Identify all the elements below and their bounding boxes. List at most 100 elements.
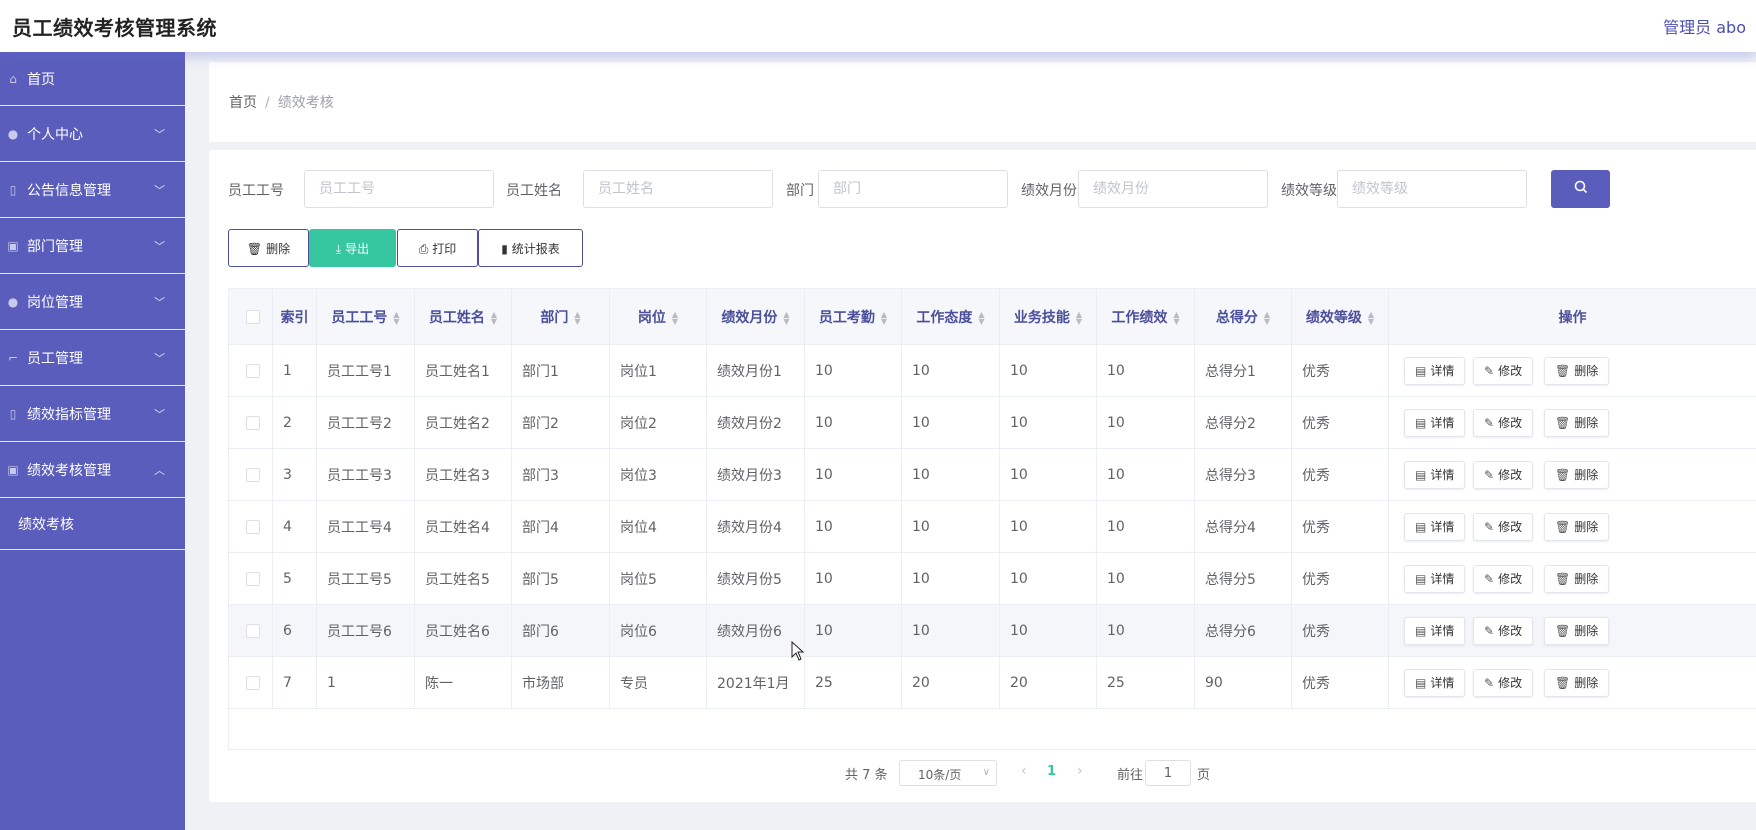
performance-grade-input[interactable] <box>1337 170 1527 208</box>
row-detail-button[interactable]: ▤ 详情 <box>1404 512 1466 541</box>
sidebar-item-6[interactable]: ▯ 绩效指标管理 ﹀ <box>0 386 185 442</box>
row-checkbox[interactable] <box>246 675 260 690</box>
row-edit-button[interactable]: ✎ 修改 <box>1473 356 1534 385</box>
sidebar-item-5[interactable]: ⌐ 员工管理 ﹀ <box>0 330 185 386</box>
row-checkbox[interactable] <box>246 363 260 378</box>
clipboard-icon: ▣ <box>7 238 19 253</box>
sort-caret-icon[interactable]: ▲ ▼ <box>393 310 399 325</box>
page-number[interactable]: 1 <box>1047 764 1056 779</box>
row-checkbox[interactable] <box>246 623 260 638</box>
row-checkbox-cell <box>229 501 273 552</box>
row-delete-button[interactable]: 🗑 删除 <box>1544 356 1610 385</box>
sidebar-item-4[interactable]: ● 岗位管理 ﹀ <box>0 274 185 330</box>
cell-text: 20 <box>1010 674 1028 691</box>
sort-caret-icon[interactable]: ▲ ▼ <box>1076 310 1082 325</box>
cell-text: 员工工号1 <box>327 363 392 380</box>
sidebar-item-1[interactable]: ● 个人中心 ﹀ <box>0 106 185 162</box>
cell-text: 总得分6 <box>1205 623 1256 640</box>
column-header[interactable]: 岗位 ▲ ▼ <box>610 289 707 344</box>
search-button[interactable] <box>1551 170 1610 208</box>
row-edit-button[interactable]: ✎ 修改 <box>1473 616 1534 645</box>
goto-page-input[interactable] <box>1145 760 1191 786</box>
user-info[interactable]: 管理员 abo <box>1663 14 1746 38</box>
column-header[interactable]: 绩效等级 ▲ ▼ <box>1292 289 1389 344</box>
operations-cell: ▤ 详情 ✎ 修改 🗑 删除 <box>1389 397 1756 448</box>
row-delete-button[interactable]: 🗑 删除 <box>1544 512 1610 541</box>
sort-caret-icon[interactable]: ▲ ▼ <box>491 310 497 325</box>
stats-report-button[interactable]: ▮ 统计报表 <box>478 229 583 267</box>
sort-caret-icon[interactable]: ▲ ▼ <box>881 310 887 325</box>
column-header-text: 总得分 <box>1215 309 1258 326</box>
sidebar-item-label: 公告信息管理 <box>27 182 111 199</box>
table-cell: 10 <box>805 449 902 500</box>
row-delete-button[interactable]: 🗑 删除 <box>1544 668 1610 697</box>
next-page-button[interactable]: › <box>1077 763 1083 779</box>
sort-caret-icon[interactable]: ▲ ▼ <box>1173 310 1179 325</box>
chevron-down-icon: ﹀ <box>154 351 165 365</box>
cell-text: 25 <box>1107 674 1125 691</box>
column-header[interactable]: 业务技能 ▲ ▼ <box>1000 289 1097 344</box>
bar-chart-icon: ▮ <box>501 241 508 256</box>
prev-page-button[interactable]: ‹ <box>1021 763 1027 779</box>
column-header[interactable]: 员工工号 ▲ ▼ <box>317 289 415 344</box>
sort-caret-icon[interactable]: ▲ ▼ <box>1368 310 1374 325</box>
column-header[interactable]: 员工考勤 ▲ ▼ <box>805 289 902 344</box>
sidebar-item-7[interactable]: ▣ 绩效考核管理 ︿ <box>0 442 185 498</box>
column-header[interactable]: 工作绩效 ▲ ▼ <box>1097 289 1195 344</box>
row-edit-button[interactable]: ✎ 修改 <box>1473 564 1534 593</box>
sidebar-item-2[interactable]: ▯ 公告信息管理 ﹀ <box>0 162 185 218</box>
column-header[interactable]: 员工姓名 ▲ ▼ <box>415 289 512 344</box>
sort-caret-icon[interactable]: ▲ ▼ <box>574 310 580 325</box>
sidebar-item-3[interactable]: ▣ 部门管理 ﹀ <box>0 218 185 274</box>
row-detail-button[interactable]: ▤ 详情 <box>1404 668 1466 697</box>
column-header[interactable]: 总得分 ▲ ▼ <box>1195 289 1292 344</box>
row-checkbox[interactable] <box>246 571 260 586</box>
row-detail-button[interactable]: ▤ 详情 <box>1404 616 1466 645</box>
search-label-employee-id: 员工工号 <box>228 183 284 199</box>
column-header[interactable]: 绩效月份 ▲ ▼ <box>707 289 805 344</box>
column-header[interactable]: 工作态度 ▲ ▼ <box>902 289 1000 344</box>
row-detail-button[interactable]: ▤ 详情 <box>1404 356 1466 385</box>
column-header-text: 绩效月份 <box>721 309 778 326</box>
performance-month-input[interactable] <box>1078 170 1268 208</box>
row-edit-button[interactable]: ✎ 修改 <box>1473 668 1534 697</box>
employee-name-input[interactable] <box>583 170 773 208</box>
department-input[interactable] <box>818 170 1008 208</box>
sort-caret-icon[interactable]: ▲ ▼ <box>783 310 789 325</box>
row-edit-button[interactable]: ✎ 修改 <box>1473 460 1534 489</box>
row-delete-button[interactable]: 🗑 删除 <box>1544 408 1610 437</box>
table-cell: 总得分3 <box>1195 449 1292 500</box>
breadcrumb-home[interactable]: 首页 <box>229 95 257 111</box>
export-button[interactable]: ⤓ 导出 <box>309 229 396 267</box>
print-button[interactable]: ⎙ 打印 <box>397 229 478 267</box>
sort-caret-icon[interactable]: ▲ ▼ <box>978 310 984 325</box>
row-detail-button[interactable]: ▤ 详情 <box>1404 564 1466 593</box>
row-detail-button[interactable]: ▤ 详情 <box>1404 460 1466 489</box>
sort-caret-icon[interactable]: ▲ ▼ <box>672 310 678 325</box>
row-checkbox[interactable] <box>246 519 260 534</box>
row-delete-button[interactable]: 🗑 删除 <box>1544 616 1610 645</box>
bulk-delete-button[interactable]: 🗑 删除 <box>228 229 309 267</box>
row-delete-button[interactable]: 🗑 删除 <box>1544 564 1610 593</box>
select-all-checkbox[interactable] <box>246 309 260 324</box>
sidebar-item-0[interactable]: ⌂ 首页 <box>0 52 185 106</box>
row-checkbox[interactable] <box>246 467 260 482</box>
row-action-label: 详情 <box>1430 416 1455 430</box>
row-checkbox[interactable] <box>246 415 260 430</box>
employee-id-input[interactable] <box>304 170 494 208</box>
pagination-total: 共 7 条 <box>845 768 888 783</box>
sort-caret-icon[interactable]: ▲ ▼ <box>1264 310 1270 325</box>
row-delete-button[interactable]: 🗑 删除 <box>1544 460 1610 489</box>
column-header-label: 工作绩效 ▲ ▼ <box>1111 307 1179 327</box>
cell-text: 10 <box>1107 622 1125 639</box>
edit-icon: ✎ <box>1484 676 1495 690</box>
row-edit-button[interactable]: ✎ 修改 <box>1473 512 1534 541</box>
sidebar-item-label: 绩效指标管理 <box>27 406 111 423</box>
page-size-select[interactable]: 10条/页 ∨ <box>899 760 997 786</box>
column-header[interactable]: 部门 ▲ ▼ <box>512 289 610 344</box>
row-edit-button[interactable]: ✎ 修改 <box>1473 408 1534 437</box>
sidebar-subitem-performance-review[interactable]: 绩效考核 <box>0 498 185 550</box>
column-header-text: 索引 <box>280 309 309 326</box>
search-label-employee-name: 员工姓名 <box>506 183 562 199</box>
row-detail-button[interactable]: ▤ 详情 <box>1404 408 1466 437</box>
